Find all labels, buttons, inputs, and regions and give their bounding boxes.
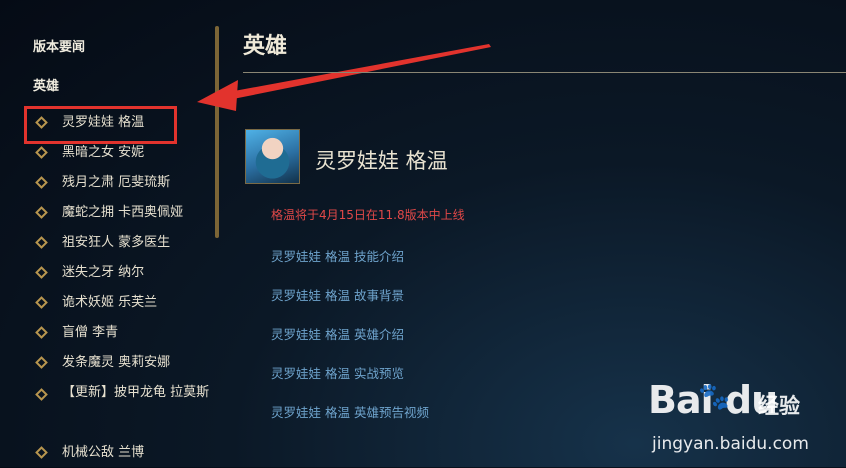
release-notice: 格温将于4月15日在11.8版本中上线 <box>271 208 465 222</box>
sidebar-heading-news[interactable]: 版本要闻 <box>33 36 85 55</box>
champion-name: 灵罗娃娃 格温 <box>315 149 448 173</box>
diamond-bullet-icon <box>35 236 48 249</box>
sidebar-item-leblanc[interactable]: 诡术妖姬 乐芙兰 <box>0 288 215 318</box>
sidebar-nav: 版本要闻 英雄 灵罗娃娃 格温 黑暗之女 安妮 残月之肃 厄斐琉斯 魔蛇之拥 卡… <box>0 0 215 467</box>
sidebar-item-label: 盲僧 李青 <box>62 325 119 340</box>
sidebar-item-rammus[interactable]: 【更新】披甲龙龟 拉莫斯 <box>0 378 215 438</box>
diamond-bullet-icon <box>35 206 48 219</box>
sidebar-item-label: 残月之肃 厄斐琉斯 <box>62 175 171 190</box>
page-title: 英雄 <box>243 34 288 59</box>
diamond-bullet-icon <box>35 388 48 401</box>
diamond-bullet-icon <box>35 326 48 339</box>
sidebar-scrollbar[interactable] <box>215 26 219 238</box>
sidebar-item-aphelios[interactable]: 残月之肃 厄斐琉斯 <box>0 168 215 198</box>
diamond-bullet-icon <box>35 176 48 189</box>
diamond-bullet-icon <box>35 266 48 279</box>
link-gameplay-preview[interactable]: 灵罗娃娃 格温 实战预览 <box>271 363 404 382</box>
link-champion-intro[interactable]: 灵罗娃娃 格温 英雄介绍 <box>271 324 404 343</box>
sidebar-item-rumble[interactable]: 机械公敌 兰博 <box>0 438 215 468</box>
main-content: 英雄 灵罗娃娃 格温 格温将于4月15日在11.8版本中上线 灵罗娃娃 格温 技… <box>243 0 846 467</box>
diamond-bullet-icon <box>35 356 48 369</box>
sidebar-item-drmundo[interactable]: 祖安狂人 蒙多医生 <box>0 228 215 258</box>
sidebar-item-label: 祖安狂人 蒙多医生 <box>62 235 171 250</box>
sidebar-item-orianna[interactable]: 发条魔灵 奥莉安娜 <box>0 348 215 378</box>
sidebar-item-label: 【更新】披甲龙龟 拉莫斯 <box>62 385 210 400</box>
link-abilities[interactable]: 灵罗娃娃 格温 技能介绍 <box>271 246 404 265</box>
sidebar-item-label: 发条魔灵 奥莉安娜 <box>62 355 171 370</box>
sidebar-item-label: 诡术妖姬 乐芙兰 <box>62 295 158 310</box>
sidebar-item-cassiopeia[interactable]: 魔蛇之拥 卡西奥佩娅 <box>0 198 215 228</box>
sidebar-item-gnar[interactable]: 迷失之牙 纳尔 <box>0 258 215 288</box>
sidebar-item-label: 迷失之牙 纳尔 <box>62 265 145 280</box>
annotation-highlight-box <box>24 106 177 144</box>
diamond-bullet-icon <box>35 296 48 309</box>
link-trailer-video[interactable]: 灵罗娃娃 格温 英雄预告视频 <box>271 402 429 421</box>
sidebar-champion-list: 灵罗娃娃 格温 黑暗之女 安妮 残月之肃 厄斐琉斯 魔蛇之拥 卡西奥佩娅 祖安狂… <box>0 108 215 468</box>
link-lore[interactable]: 灵罗娃娃 格温 故事背景 <box>271 285 404 304</box>
sidebar-item-leesin[interactable]: 盲僧 李青 <box>0 318 215 348</box>
sidebar-item-label: 魔蛇之拥 卡西奥佩娅 <box>62 205 184 220</box>
champion-avatar[interactable] <box>245 129 300 184</box>
sidebar-item-label: 机械公敌 兰博 <box>62 445 145 460</box>
diamond-bullet-icon <box>35 146 48 159</box>
diamond-bullet-icon <box>35 446 48 459</box>
sidebar-heading-champions[interactable]: 英雄 <box>33 75 59 94</box>
title-divider <box>243 72 846 73</box>
